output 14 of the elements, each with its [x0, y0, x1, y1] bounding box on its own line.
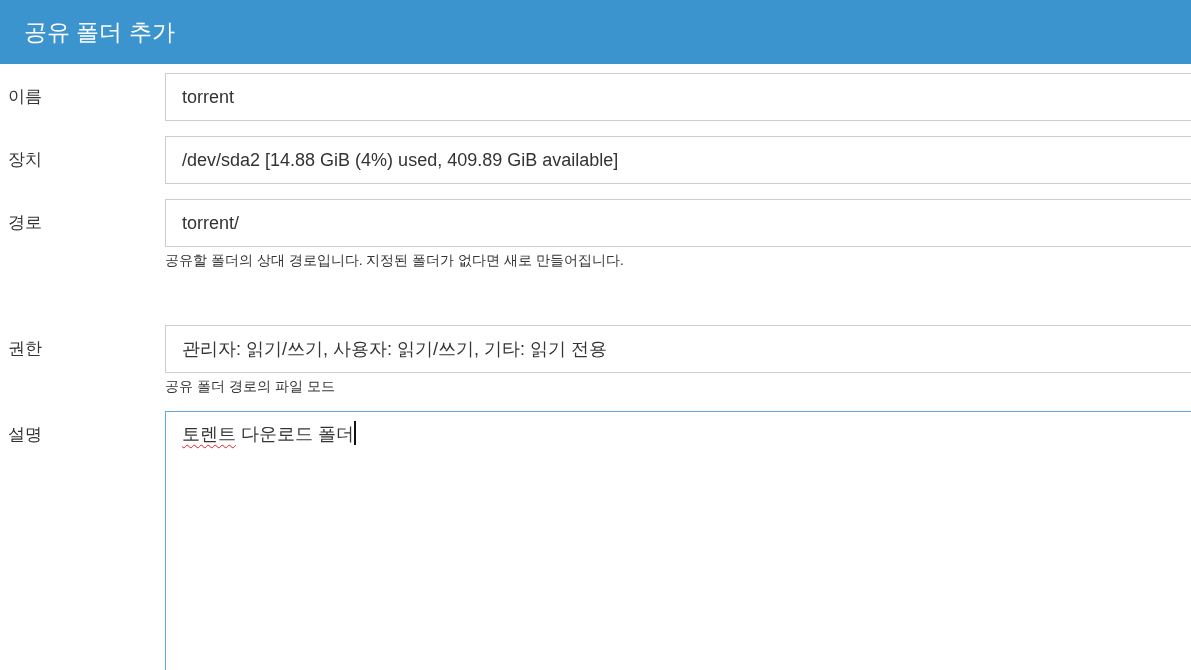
- input-field[interactable]: 관리자: 읽기/쓰기, 사용자: 읽기/쓰기, 기타: 읽기 전용: [165, 325, 1191, 373]
- description-field[interactable]: 토렌트 다운로드 폴더: [165, 411, 1191, 670]
- dialog-title: 공유 폴더 추가: [24, 17, 175, 47]
- text-cursor-icon: [354, 421, 356, 445]
- help-text: 공유할 폴더의 상대 경로입니다. 지정된 폴더가 없다면 새로 만들어집니다.: [165, 251, 625, 270]
- field-label: 설명: [7, 424, 43, 446]
- field-label: 경로: [7, 212, 43, 234]
- field-label: 장치: [7, 149, 43, 171]
- field-label: 이름: [7, 86, 43, 108]
- input-field[interactable]: torrent/: [165, 199, 1191, 247]
- field-label: 권한: [7, 338, 43, 360]
- help-text: 공유 폴더 경로의 파일 모드: [165, 377, 336, 396]
- input-field[interactable]: torrent: [165, 73, 1191, 121]
- input-field[interactable]: /dev/sda2 [14.88 GiB (4%) used, 409.89 GiB available]: [165, 136, 1191, 184]
